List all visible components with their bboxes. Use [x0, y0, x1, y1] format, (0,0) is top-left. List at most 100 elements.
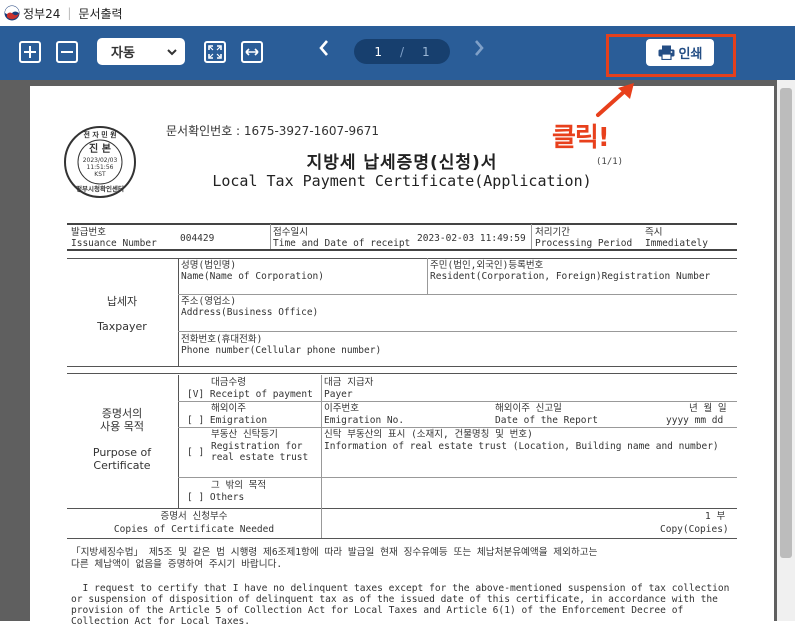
zoom-out-button[interactable] — [56, 41, 78, 63]
header-divider — [531, 224, 532, 249]
fit-width-button[interactable] — [241, 41, 263, 63]
taxpayer-section-bottom — [67, 366, 737, 367]
svg-text:전 자 민 원: 전 자 민 원 — [83, 130, 116, 139]
document-title-korean: 지방세 납세증명(신청)서 — [306, 153, 498, 173]
request-paragraph-en-line4: Collection Act for Local Taxes. — [71, 616, 251, 626]
emigration-number-label-ko: 이주번호 — [324, 403, 359, 414]
zoom-in-button[interactable] — [19, 41, 41, 63]
zoom-select-value: 자동 — [111, 46, 135, 61]
receipt-datetime-value: 2023-02-03 11:49:59 — [417, 233, 526, 244]
registration-number-label-en: Resident(Corporation, Foreign)Registrati… — [430, 271, 711, 282]
current-page-input[interactable]: 1 — [374, 45, 382, 59]
purpose-row-rule — [178, 477, 737, 478]
receipt-label-ko: 접수일시 — [273, 227, 308, 238]
phone-label-ko: 전화번호(휴대전화) — [181, 334, 263, 345]
taxpayer-label-ko: 납세자 — [106, 295, 138, 308]
address-label-ko: 주소(영업소) — [181, 296, 237, 307]
request-paragraph-ko-line1: 「지방세징수법」 제5조 및 같은 법 시행령 제6조제1항에 따라 발급일 현… — [71, 547, 598, 558]
purpose-divider — [321, 375, 322, 508]
page-separator: / — [399, 44, 405, 59]
trust-info-label-en: Information of real estate trust (Locati… — [324, 441, 719, 452]
page-indicator: 1 / 1 — [354, 39, 450, 64]
chevron-left-icon — [319, 40, 328, 56]
copies-label-ko: 증명서 신청부수 — [160, 511, 228, 522]
taxpayer-label-en: Taxpayer — [97, 320, 147, 333]
copies-value-ko: 1 부 — [705, 511, 726, 522]
taxpayer-row-rule — [178, 331, 737, 332]
purpose-emigration-label-ko: 해외이주 — [211, 403, 246, 414]
document-page-count: (1/1) — [596, 157, 624, 167]
request-paragraph-en-line3: provision of the Article 5 of Collection… — [71, 605, 684, 616]
chevron-right-icon — [475, 40, 484, 56]
title-separator: | — [67, 6, 72, 20]
copies-value-en: Copy(Copies) — [660, 524, 729, 535]
fit-page-button[interactable] — [204, 41, 226, 63]
purpose-emigration-checkbox: [ ] Emigration — [187, 415, 268, 426]
purpose-row-rule — [178, 401, 737, 402]
purpose-others-label-ko: 그 밖의 목적 — [211, 480, 267, 491]
purpose-label-ko-2: 사용 목적 — [100, 420, 144, 433]
click-annotation-label: 클릭! — [552, 123, 610, 153]
purpose-trust-label-en-1: Registration for — [211, 441, 303, 452]
request-paragraph-en-line1: I request to certify that I have no deli… — [71, 583, 730, 594]
payer-label-en: Payer — [324, 389, 353, 400]
issuance-number-label-ko: 발급번호 — [71, 227, 106, 238]
emigration-number-label-en: Emigration No. — [324, 415, 405, 426]
taxpayer-section-top — [67, 258, 737, 259]
zoom-select[interactable]: 자동 — [97, 38, 185, 65]
table-top-rule — [67, 223, 737, 225]
emigration-ymd-label-ko: 년 월 일 — [689, 403, 727, 414]
taxpayer-label-divider — [178, 258, 179, 366]
purpose-trust-label-en-2: real estate trust — [211, 452, 309, 463]
purpose-section-top — [67, 373, 737, 374]
request-paragraph-en-line2: or suspension of disposition of delinque… — [71, 594, 718, 605]
window-titlebar: 정부24 | 문서출력 — [0, 0, 795, 26]
taxpayer-row-rule — [178, 294, 737, 295]
emigration-date-label-en: Date of the Report — [495, 415, 598, 426]
table-rule — [67, 249, 737, 251]
taxpayer-divider — [427, 258, 428, 294]
purpose-payment-label-ko: 대금수령 — [211, 377, 246, 388]
purpose-payment-checkbox: [V] Receipt of payment — [187, 389, 313, 400]
annotation-arrow-icon — [596, 83, 634, 117]
name-label-ko: 성명(법인명) — [181, 260, 237, 271]
copies-divider — [321, 508, 322, 538]
purpose-row-rule — [178, 427, 737, 428]
previous-page-button[interactable] — [318, 39, 330, 61]
processing-period-label-ko: 처리기간 — [535, 227, 570, 238]
purpose-section-bottom — [67, 508, 737, 509]
purpose-trust-label-ko: 부동산 신탁등기 — [211, 429, 278, 440]
purpose-others-checkbox: [ ] Others — [187, 492, 245, 503]
issuance-number-label-en: Issuance Number — [71, 238, 157, 249]
purpose-label-en-2: Certificate — [93, 459, 151, 472]
scrollbar-thumb[interactable] — [780, 88, 792, 558]
registration-number-label-ko: 주민(법인,외국인)등록번호 — [430, 260, 544, 271]
receipt-label-en: Time and Date of receipt — [273, 238, 411, 249]
gov24-logo-icon — [4, 5, 20, 21]
print-highlight-box — [606, 34, 736, 77]
total-pages: 1 — [422, 44, 430, 59]
app-name: 정부24 — [23, 6, 61, 21]
plus-icon — [24, 46, 36, 58]
document-page: 전 자 민 원 진 본 2023/02/03 11:51:56 KST 정부시청… — [30, 86, 774, 626]
window-section-title: 문서출력 — [78, 6, 123, 21]
trust-info-label-ko: 신탁 부동산의 표시 (소재지, 건물명칭 및 번호) — [324, 429, 533, 440]
next-page-button[interactable] — [473, 39, 485, 61]
request-paragraph-ko-line2: 다른 체납액이 없음을 증명하여 주시기 바랍니다. — [71, 559, 283, 570]
minus-icon — [61, 51, 73, 53]
purpose-trust-checkbox: [ ] — [187, 447, 205, 458]
purpose-label-ko-1: 증명서의 — [101, 407, 143, 420]
address-label-en: Address(Business Office) — [181, 307, 319, 318]
emigration-date-label-ko: 해외이주 신고일 — [495, 403, 562, 414]
document-confirmation-number: 문서확인번호 : 1675-3927-1607-9671 — [166, 124, 380, 138]
table-bottom-rule — [67, 538, 737, 539]
chevron-down-icon — [167, 48, 177, 55]
name-label-en: Name(Name of Corporation) — [181, 271, 324, 282]
fit-width-icon — [245, 48, 259, 56]
copies-label-en: Copies of Certificate Needed — [113, 524, 275, 535]
payer-label-ko: 대금 지급자 — [324, 377, 374, 388]
emigration-ymd-label-en: yyyy mm dd — [666, 415, 724, 426]
phone-label-en: Phone number(Cellular phone number) — [181, 345, 382, 356]
processing-period-label-en: Processing Period — [535, 238, 633, 249]
document-title-english: Local Tax Payment Certificate(Applicatio… — [212, 172, 592, 190]
